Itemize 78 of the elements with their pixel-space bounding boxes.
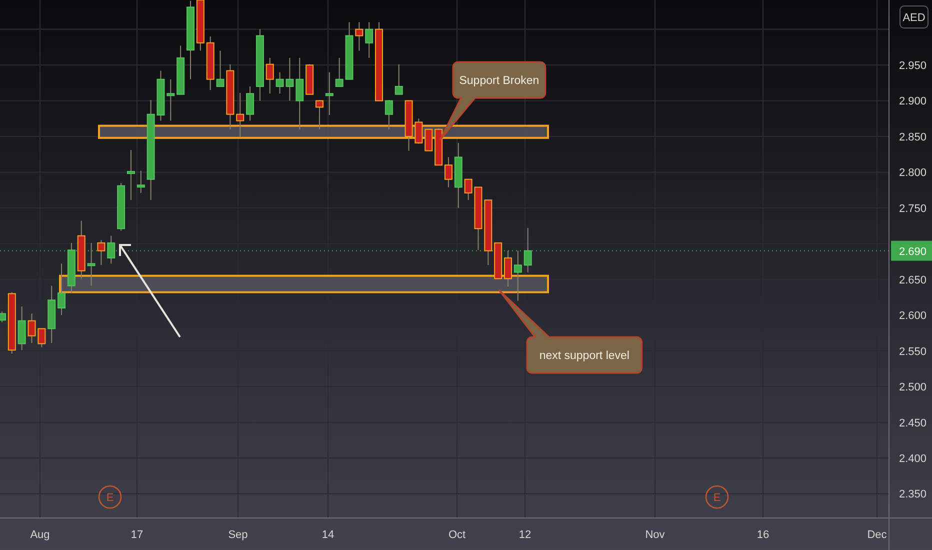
candlestick [276,72,284,94]
candlestick [484,200,492,266]
price-axis-label: 2.850 [899,131,927,144]
candlestick [524,227,532,273]
earnings-label: E [713,492,721,504]
date-axis-label: 17 [130,529,144,541]
date-axis-label: Sep [228,529,248,541]
date-axis-label: 12 [518,529,532,541]
date-axis-label: 14 [322,529,334,541]
candlestick [444,156,452,188]
candlestick [126,150,135,201]
candlestick [315,100,324,130]
date-axis-label: Oct [448,529,466,541]
candlestick [404,100,413,152]
price-axis-label: 2.400 [899,452,927,465]
candlestick [0,311,6,323]
candlestick [266,57,274,94]
candlestick [87,242,96,286]
date-axis-label: Aug [30,529,50,541]
candlestick [206,36,214,91]
price-axis-label: 2.900 [899,96,927,108]
candlestick [306,64,314,95]
candlestick [335,57,344,87]
candlestick [67,242,76,294]
currency-label: AED [902,12,926,24]
candlestick [196,0,204,52]
candlestick [345,22,354,80]
candlestick [97,240,106,266]
candlestick [394,64,403,95]
price-axis-label: 2.450 [899,417,927,430]
candlestick [434,128,443,166]
candlestick [58,263,66,316]
date-axis-label: Nov [645,529,665,541]
candlestick [216,50,224,87]
price-axis-label: 2.650 [899,274,927,286]
candlestick [365,22,374,58]
currency-badge[interactable] [900,6,928,28]
callout-label: next support level [539,350,630,362]
candlestick [156,70,165,122]
candlestick [474,186,482,251]
candlestick [494,242,502,280]
candlestick [236,92,244,137]
price-axis-label: 2.350 [899,488,927,501]
current-price-label: 2.690 [899,246,927,258]
candlestick [107,235,116,264]
candlestick [136,170,145,194]
candlestick [18,306,26,351]
candlestick [77,220,86,280]
price-axis-label: 2.800 [899,167,927,180]
candlestick [176,45,185,95]
date-axis-label: 16 [756,529,770,541]
callout-label: Support Broken [459,75,540,87]
price-axis-label: 2.950 [899,60,927,72]
earnings-marker [98,485,122,509]
candlestick [48,285,56,344]
date-axis-label: Dec [867,529,887,541]
earnings-marker [705,485,729,509]
candlestick [424,128,433,152]
candlestick [414,118,423,144]
candlestick [117,182,126,232]
price-axis-label: 2.600 [899,310,927,322]
candlestick [325,72,334,116]
current-price-tag [891,240,932,261]
candlestick [226,64,234,130]
candlestick [504,250,512,287]
candlestick [514,250,522,302]
candlestick [454,142,462,208]
candlestick [464,178,472,201]
price-axis-label: 2.500 [899,382,927,394]
price-axis-label: 2.550 [899,346,927,358]
candlestick [8,292,16,354]
candlestick [38,328,46,348]
candlestick [355,22,364,52]
price-axis-label: 2.750 [899,202,927,215]
candlestick [28,313,36,344]
earnings-label: E [106,492,114,504]
candlestick [286,57,294,102]
candlestick [166,78,175,122]
